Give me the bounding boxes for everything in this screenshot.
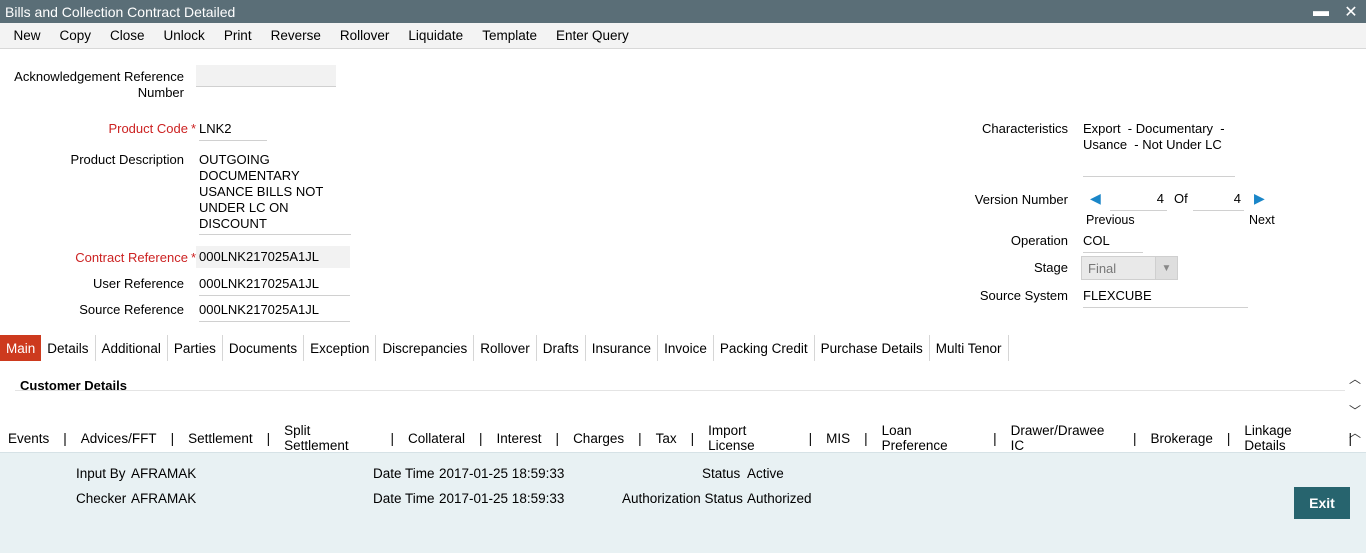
characteristics-field: Export - Documentary - Usance - Not Unde… <box>1083 121 1235 177</box>
tab-packing-credit[interactable]: Packing Credit <box>714 335 815 361</box>
menu-rollover[interactable]: Rollover <box>330 28 399 43</box>
source-reference-label: Source Reference <box>79 302 184 317</box>
window-title-bar: Bills and Collection Contract Detailed ▬… <box>0 0 1366 23</box>
scroll-up-icon[interactable]: ︿ <box>1346 370 1364 386</box>
version-of-label: Of <box>1174 191 1188 206</box>
exit-button[interactable]: Exit <box>1294 487 1350 519</box>
next-version-icon[interactable]: ▶ <box>1254 190 1265 207</box>
checker-datetime-value: 2017-01-25 18:59:33 <box>439 491 565 506</box>
close-icon[interactable]: ✕ <box>1336 2 1366 22</box>
menu-copy[interactable]: Copy <box>50 28 101 43</box>
source-reference-field[interactable]: 000LNK217025A1JL <box>199 302 350 322</box>
tab-multi-tenor[interactable]: Multi Tenor <box>930 335 1009 361</box>
previous-version-link[interactable]: Previous <box>1086 212 1135 228</box>
input-by-label: Input By <box>76 466 126 481</box>
tab-bar: Main Details Additional Parties Document… <box>0 335 1366 361</box>
menu-enter-query[interactable]: Enter Query <box>546 28 638 43</box>
menu-liquidate[interactable]: Liquidate <box>399 28 473 43</box>
ack-ref-label: Acknowledgement Reference Number <box>14 69 184 100</box>
operation-label: Operation <box>1010 233 1068 248</box>
input-datetime-value: 2017-01-25 18:59:33 <box>439 466 565 481</box>
operation-field[interactable]: COL <box>1083 233 1143 253</box>
link-charges[interactable]: Charges <box>573 431 624 446</box>
tab-details[interactable]: Details <box>41 335 96 361</box>
stage-select-value: Final <box>1088 260 1117 276</box>
section-divider <box>15 390 1345 391</box>
characteristics-label: Characteristics <box>982 121 1068 136</box>
tab-additional[interactable]: Additional <box>96 335 168 361</box>
tab-purchase-details[interactable]: Purchase Details <box>815 335 930 361</box>
product-description-label: Product Description <box>70 152 184 167</box>
tab-parties[interactable]: Parties <box>168 335 223 361</box>
version-number-label: Version Number <box>974 192 1068 207</box>
link-interest[interactable]: Interest <box>497 431 542 446</box>
link-settlement[interactable]: Settlement <box>188 431 253 446</box>
menu-close[interactable]: Close <box>101 28 155 43</box>
authorization-status-value: Authorized <box>747 491 812 506</box>
menu-reverse[interactable]: Reverse <box>261 28 330 43</box>
link-drawer-drawee-ic[interactable]: Drawer/Drawee IC <box>1011 423 1119 453</box>
audit-footer: Input By AFRAMAK Checker AFRAMAK Date Ti… <box>0 452 1366 553</box>
tab-invoice[interactable]: Invoice <box>658 335 714 361</box>
link-advices-fft[interactable]: Advices/FFT <box>81 431 157 446</box>
link-events[interactable]: Events <box>8 431 49 446</box>
link-loan-preference[interactable]: Loan Preference <box>882 423 979 453</box>
link-linkage-details[interactable]: Linkage Details <box>1244 423 1334 453</box>
tab-insurance[interactable]: Insurance <box>586 335 659 361</box>
link-import-license[interactable]: Import License <box>708 423 794 453</box>
status-value: Active <box>747 466 784 481</box>
input-datetime-label: Date Time <box>373 466 435 481</box>
link-brokerage[interactable]: Brokerage <box>1151 431 1213 446</box>
tab-exception[interactable]: Exception <box>304 335 377 361</box>
version-current-field[interactable]: 4 <box>1110 191 1167 211</box>
checker-datetime-label: Date Time <box>373 491 435 506</box>
user-reference-label: User Reference <box>92 276 184 291</box>
authorization-status-label: Authorization Status <box>622 491 743 506</box>
tab-discrepancies[interactable]: Discrepancies <box>376 335 475 361</box>
product-code-field[interactable]: LNK2 <box>199 121 267 141</box>
stage-select[interactable]: Final ▼ <box>1081 256 1178 280</box>
next-version-link[interactable]: Next <box>1249 212 1275 228</box>
menu-unlock[interactable]: Unlock <box>154 28 214 43</box>
contract-header-form: Acknowledgement Reference Number Product… <box>0 49 1366 335</box>
tab-drafts[interactable]: Drafts <box>537 335 586 361</box>
chevron-down-icon: ▼ <box>1155 257 1177 279</box>
link-tax[interactable]: Tax <box>656 431 677 446</box>
window-title: Bills and Collection Contract Detailed <box>5 3 236 20</box>
user-reference-field[interactable]: 000LNK217025A1JL <box>199 276 350 296</box>
stage-label: Stage <box>1034 260 1068 275</box>
product-description-field: OUTGOING DOCUMENTARY USANCE BILLS NOT UN… <box>199 152 351 235</box>
ack-ref-field[interactable] <box>196 65 336 87</box>
input-by-value: AFRAMAK <box>131 466 197 481</box>
status-label: Status <box>702 466 741 481</box>
menu-print[interactable]: Print <box>214 28 261 43</box>
checker-label: Checker <box>76 491 127 506</box>
previous-version-icon[interactable]: ◀ <box>1090 190 1101 207</box>
contract-reference-label: Contract Reference * <box>75 250 196 265</box>
scroll-down-icon[interactable]: ﹀ <box>1346 402 1364 418</box>
product-code-label: Product Code * <box>108 121 196 136</box>
source-system-field[interactable]: FLEXCUBE <box>1083 288 1248 308</box>
tab-main[interactable]: Main <box>0 335 42 361</box>
minimize-icon[interactable]: ▬ <box>1306 3 1336 21</box>
source-system-label: Source System <box>979 288 1068 303</box>
checker-value: AFRAMAK <box>131 491 197 506</box>
sub-screen-links: Events | Advices/FFT | Settlement | Split S… <box>8 423 1352 453</box>
link-split-settlement[interactable]: Split Settlement <box>284 423 376 453</box>
version-total-field: 4 <box>1193 191 1244 211</box>
menu-template[interactable]: Template <box>473 28 547 43</box>
link-collateral[interactable]: Collateral <box>408 431 465 446</box>
menu-new[interactable]: New <box>4 28 50 43</box>
contract-reference-field[interactable]: 000LNK217025A1JL <box>196 246 350 268</box>
customer-details-section: Customer Details <box>0 370 1345 420</box>
link-mis[interactable]: MIS <box>826 431 850 446</box>
menu-bar: New Copy Close Unlock Print Reverse Roll… <box>0 23 1366 49</box>
tab-documents[interactable]: Documents <box>223 335 305 361</box>
tab-rollover[interactable]: Rollover <box>474 335 537 361</box>
